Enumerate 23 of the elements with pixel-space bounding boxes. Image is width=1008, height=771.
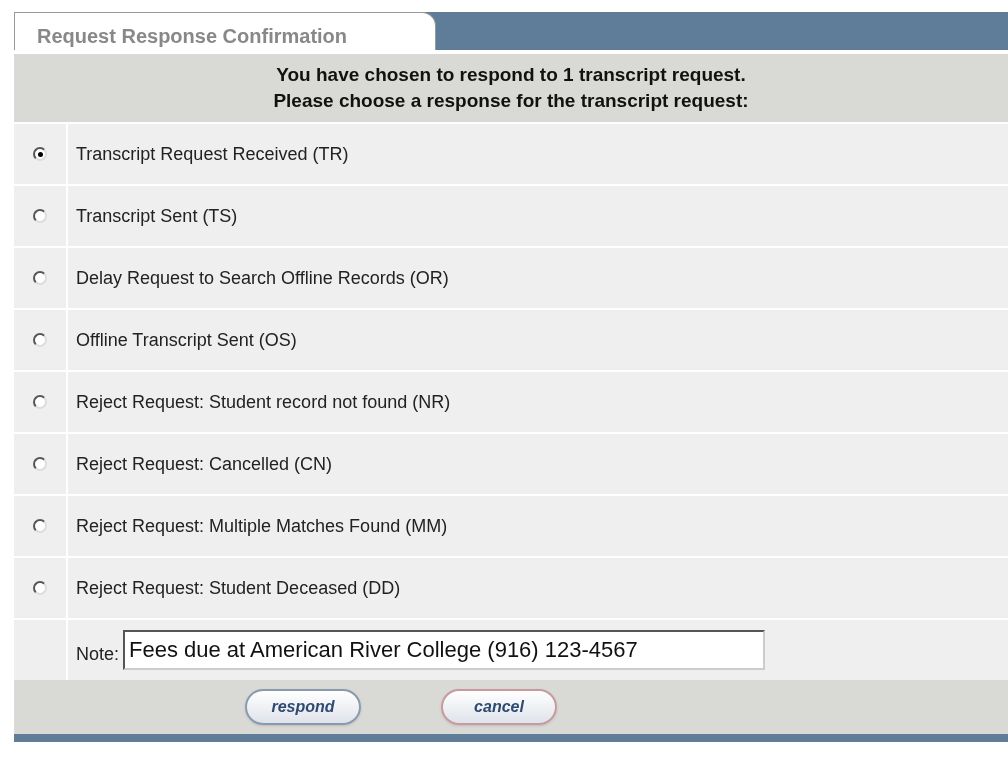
radio-button[interactable] [33, 581, 47, 595]
option-label: Reject Request: Cancelled (CN) [76, 452, 333, 476]
radio-button[interactable] [33, 519, 47, 533]
option-label: Transcript Sent (TS) [76, 204, 238, 228]
radio-button[interactable] [33, 457, 47, 471]
intro-text: Please choose a response for the transcript request: [273, 89, 749, 113]
radio-button[interactable] [33, 333, 47, 347]
radio-button[interactable] [33, 271, 47, 285]
respond-button[interactable]: respond [245, 689, 361, 725]
option-label: Reject Request: Student record not found (NR) [76, 390, 451, 414]
intro-text: You have chosen to respond to 1 transcript request. [276, 63, 746, 87]
option-label: Offline Transcript Sent (OS) [76, 328, 297, 352]
note-label: Note: [76, 642, 120, 666]
option-label: Transcript Request Received (TR) [76, 142, 349, 166]
radio-button[interactable] [33, 395, 47, 409]
note-field[interactable]: Fees due at American River College (916) 123-4567 [123, 630, 766, 670]
option-label: Delay Request to Search Offline Records (OR) [76, 266, 449, 290]
cancel-button[interactable]: cancel [441, 689, 557, 725]
option-label: Reject Request: Student Deceased (DD) [76, 576, 401, 600]
panel-tab[interactable]: Request Response Confirmation [14, 12, 436, 50]
option-label: Reject Request: Multiple Matches Found (MM) [76, 514, 448, 538]
radio-button[interactable] [33, 147, 47, 161]
radio-button[interactable] [33, 209, 47, 223]
